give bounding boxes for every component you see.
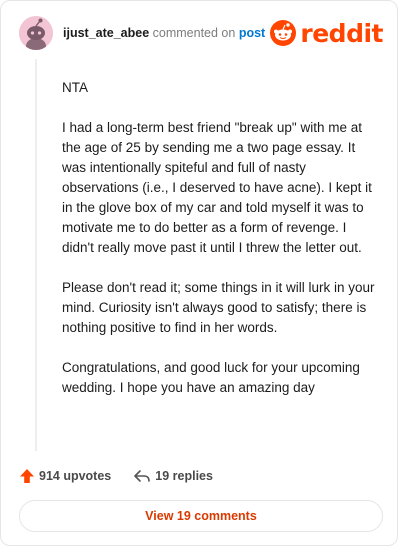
comment-body: NTA I had a long-term best friend "break… (62, 78, 378, 418)
view-comments-button[interactable]: View 19 comments (19, 500, 383, 532)
comment-paragraph: NTA (62, 80, 88, 95)
post-link[interactable]: post (239, 26, 265, 40)
comment-card: ijust_ate_abee commented on post reddit … (0, 0, 398, 546)
reddit-logo-icon (270, 20, 297, 46)
reddit-brand[interactable]: reddit (270, 20, 383, 46)
username-link[interactable]: ijust_ate_abee (63, 26, 149, 40)
brand-wordmark: reddit (300, 18, 383, 48)
upvote-button[interactable]: 914 upvotes (19, 468, 111, 484)
comment-actions: 914 upvotes 19 replies (19, 466, 213, 486)
avatar[interactable] (19, 16, 53, 50)
comment-paragraph: I had a long-term best friend "break up"… (62, 120, 372, 255)
thread-line[interactable] (35, 59, 37, 451)
reply-count: 19 replies (155, 469, 213, 483)
upvote-arrow-icon (20, 469, 34, 483)
reply-arrow-icon (134, 470, 151, 482)
snoo-avatar-icon (19, 16, 53, 50)
comment-byline: ijust_ate_abee commented on post (63, 26, 265, 40)
comment-paragraph: Congratulations, and good luck for your … (62, 360, 360, 395)
upvote-count: 914 upvotes (39, 469, 112, 483)
comment-paragraph: Please don't read it; some things in it … (62, 280, 375, 335)
comment-header: ijust_ate_abee commented on post reddit (19, 15, 383, 51)
commented-on-label: commented on (152, 26, 236, 40)
replies-button[interactable]: 19 replies (133, 468, 213, 484)
